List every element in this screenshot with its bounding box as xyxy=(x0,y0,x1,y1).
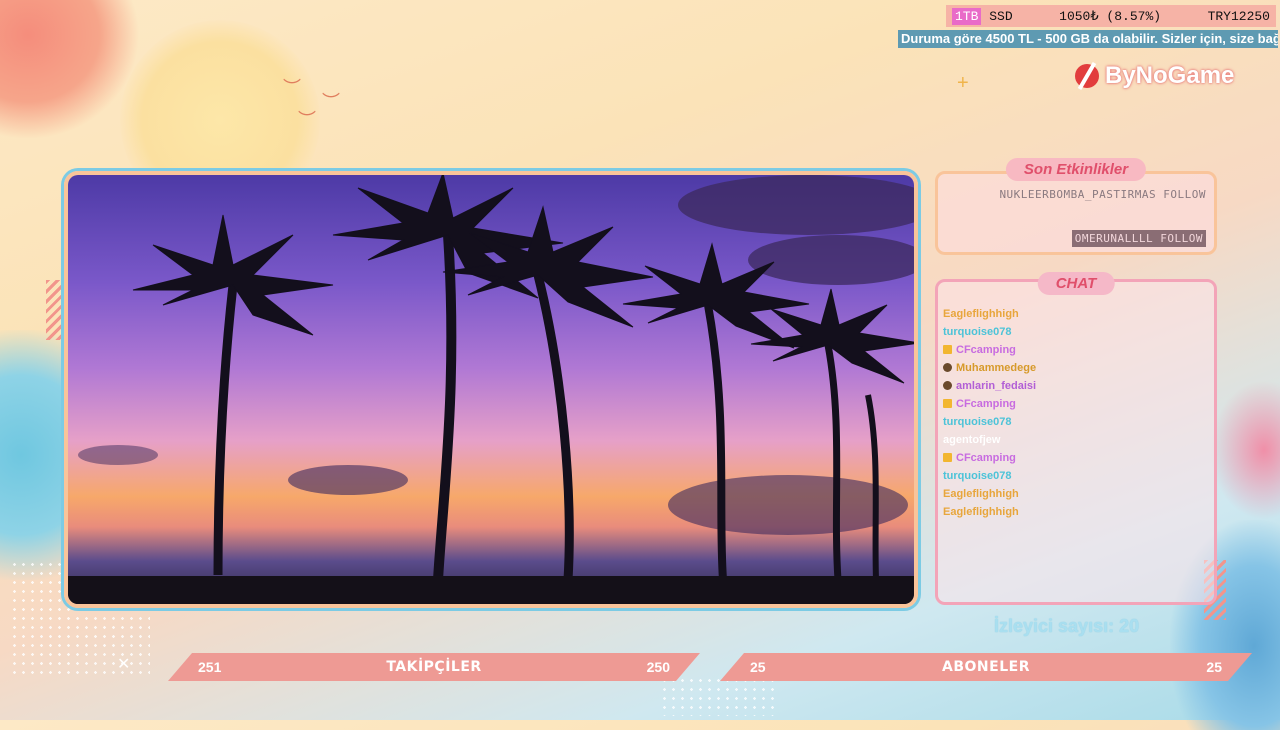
followers-current: 251 xyxy=(198,659,222,675)
followers-goal: 250 xyxy=(646,659,670,675)
chat-message: Eagleflighhigh xyxy=(943,506,1208,519)
subscribers-current: 25 xyxy=(750,659,766,675)
recent-events-title: Son Etkinlikler xyxy=(1005,158,1147,181)
subscribers-bar: 25 ABONELER 25 xyxy=(720,653,1252,681)
followers-bar: 251 TAKİPÇİLER 250 xyxy=(168,653,700,681)
bird-icon: ︶ xyxy=(283,78,301,98)
bynogame-logo-icon xyxy=(1075,64,1099,88)
storage-price-bar: 1TB SSD 1050₺ (8.57%) TRY12250 xyxy=(946,5,1276,27)
sparkle-icon: ✕ xyxy=(117,656,131,673)
gem-badge-icon xyxy=(943,381,952,390)
chat-username[interactable]: CFcamping xyxy=(956,398,1016,410)
chat-username[interactable]: Eagleflighhigh xyxy=(943,488,1019,500)
palm-leaf-decoration xyxy=(1210,380,1280,520)
chat-message: CFcamping xyxy=(943,344,1208,357)
chat-username[interactable]: Muhammedege xyxy=(956,362,1036,374)
dot-pattern xyxy=(660,676,780,716)
brand-name: ByNoGame xyxy=(1105,62,1235,89)
chat-title: CHAT xyxy=(1037,272,1115,295)
chat-username[interactable]: agentofjew xyxy=(943,434,1000,446)
news-ticker: Duruma göre 4500 TL - 500 GB da olabilir… xyxy=(898,30,1278,48)
price: TRY12250 xyxy=(1207,8,1270,24)
subscribers-title: ABONELER xyxy=(942,659,1030,675)
chat-message: turquoise078 xyxy=(943,326,1208,339)
stream-video-frame xyxy=(64,171,918,608)
chat-message-list: Eagleflighhigh turquoise078 CFcamping Muham… xyxy=(943,308,1208,524)
chat-message: Eagleflighhigh xyxy=(943,308,1208,321)
price-change: 1050₺ (8.57%) xyxy=(1059,8,1162,24)
chat-message: CFcamping xyxy=(943,452,1208,465)
chat-message: Muhammedege xyxy=(943,362,1208,375)
storage-type: SSD xyxy=(989,8,1013,24)
gem-badge-icon xyxy=(943,363,952,372)
palm-trees-silhouette xyxy=(132,175,914,581)
event-item: OMERUNALLLL FOLLOW xyxy=(1071,230,1206,247)
chat-username[interactable]: Eagleflighhigh xyxy=(943,506,1019,518)
crown-badge-icon xyxy=(943,453,952,462)
recent-events-panel: Son Etkinlikler NUKLEERBOMBA_PASTIRMAS F… xyxy=(935,158,1217,255)
bird-icon: ︶ xyxy=(322,92,340,112)
chat-username[interactable]: turquoise078 xyxy=(943,470,1011,482)
subscribers-goal: 25 xyxy=(1206,659,1222,675)
chat-message: turquoise078 xyxy=(943,470,1208,483)
storage-tag: 1TB xyxy=(952,7,982,25)
sparkle-icon: + xyxy=(957,72,969,94)
chat-message: Eagleflighhigh xyxy=(943,488,1208,501)
followers-title: TAKİPÇİLER xyxy=(386,659,482,675)
crown-badge-icon xyxy=(943,399,952,408)
chat-message: agentofjew xyxy=(943,434,1208,447)
chat-username[interactable]: turquoise078 xyxy=(943,416,1011,428)
stream-video xyxy=(68,175,914,604)
chat-message: turquoise078 xyxy=(943,416,1208,429)
event-item: NUKLEERBOMBA_PASTIRMAS FOLLOW xyxy=(999,188,1206,201)
chat-username[interactable]: amlarin_fedaisi xyxy=(956,380,1036,392)
chat-message: amlarin_fedaisi xyxy=(943,380,1208,393)
chat-username[interactable]: CFcamping xyxy=(956,344,1016,356)
chat-username[interactable]: Eagleflighhigh xyxy=(943,308,1019,320)
brand-logo: ByNoGame xyxy=(1075,62,1234,90)
bird-icon: ︶ xyxy=(298,110,316,130)
viewer-count: İzleyici sayısı: 20 xyxy=(994,616,1140,636)
chat-username[interactable]: CFcamping xyxy=(956,452,1016,464)
crown-badge-icon xyxy=(943,345,952,354)
palm-leaf-decoration xyxy=(0,0,140,140)
chat-message: CFcamping xyxy=(943,398,1208,411)
chat-username[interactable]: turquoise078 xyxy=(943,326,1011,338)
chat-panel: CHAT Eagleflighhigh turquoise078 CFcamping… xyxy=(935,272,1217,605)
